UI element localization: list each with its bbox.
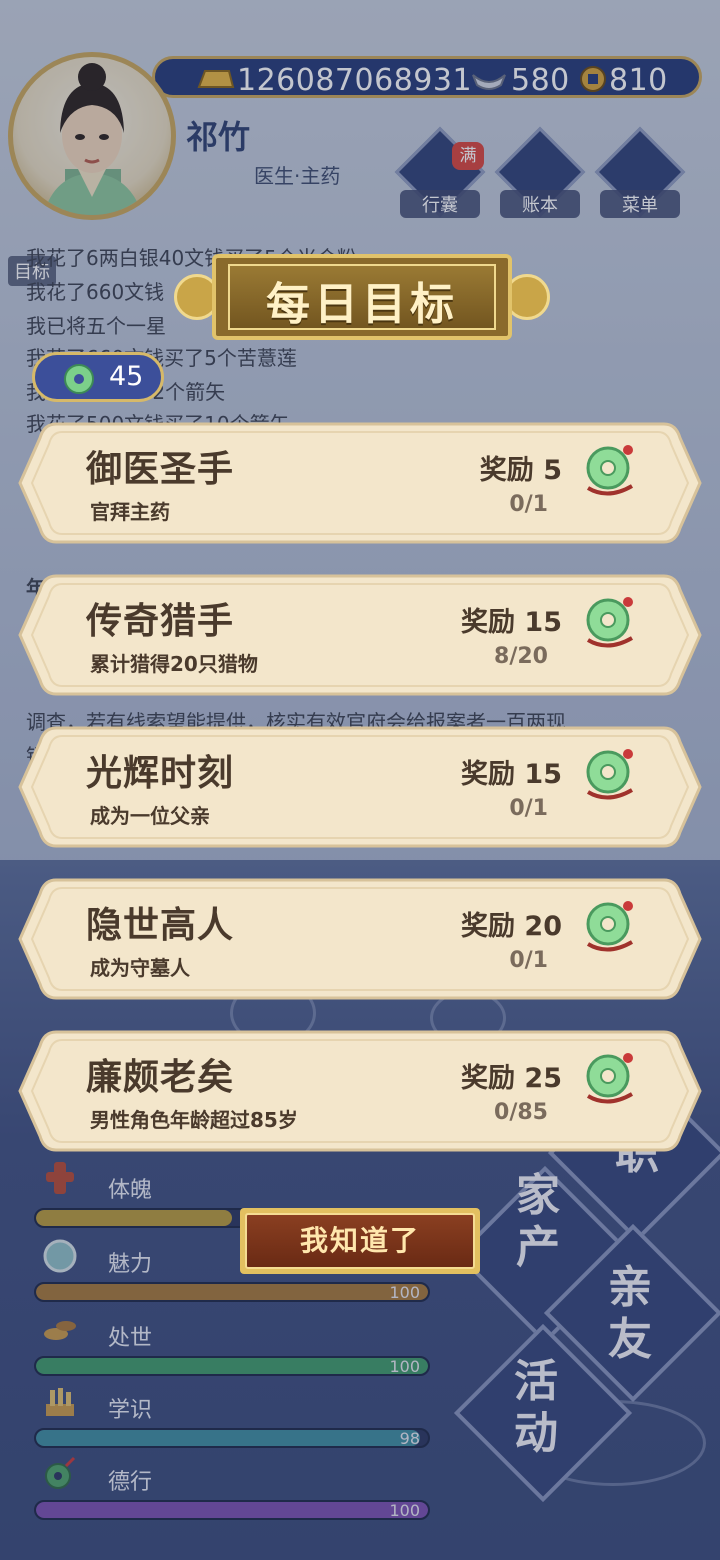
modal-title-plaque: 每日目标	[174, 254, 550, 340]
goal-card: 御医圣手官拜主药 奖励 5 0/1	[16, 418, 704, 548]
reward-label: 奖励	[461, 1063, 516, 1094]
jade-icon	[64, 364, 94, 394]
jade-reward-icon	[586, 445, 634, 496]
reward-amount: 15	[524, 607, 562, 638]
reward-label: 奖励	[479, 455, 534, 486]
goal-reward: 奖励 20	[461, 904, 562, 943]
reward-amount: 25	[524, 1063, 562, 1094]
goal-title: 传奇猎手	[86, 601, 235, 642]
jade-reward-icon	[586, 749, 634, 800]
goal-description: 官拜主药	[90, 500, 170, 524]
goal-title: 光辉时刻	[86, 753, 235, 794]
jade-reward-icon	[586, 1053, 634, 1104]
goal-card: 隐世高人成为守墓人 奖励 20 0/1	[16, 874, 704, 1004]
reward-label: 奖励	[461, 911, 516, 942]
goal-progress: 0/85	[494, 1100, 548, 1125]
goal-description: 成为守墓人	[90, 956, 190, 980]
goal-title: 隐世高人	[86, 905, 235, 946]
jade-counter: 45	[32, 352, 164, 402]
goal-title: 御医圣手	[86, 449, 235, 490]
goal-progress: 0/1	[509, 492, 548, 517]
jade-reward-icon	[586, 901, 634, 952]
reward-amount: 20	[524, 911, 562, 942]
goal-title: 廉颇老矣	[86, 1057, 235, 1098]
goal-card: 廉颇老矣男性角色年龄超过85岁 奖励 25 0/85	[16, 1026, 704, 1156]
confirm-button-label[interactable]: 我知道了	[245, 1213, 475, 1269]
jade-count: 45	[109, 361, 144, 392]
confirm-button[interactable]: 我知道了	[240, 1208, 480, 1274]
goal-description: 累计猎得20只猎物	[90, 652, 258, 676]
goal-reward: 奖励 25	[461, 1056, 562, 1095]
goal-reward: 奖励 15	[461, 752, 562, 791]
jade-reward-icon	[586, 597, 634, 648]
goal-description: 男性角色年龄超过85岁	[90, 1108, 298, 1132]
goal-progress: 8/20	[494, 644, 548, 669]
reward-amount: 5	[543, 455, 562, 486]
reward-label: 奖励	[461, 607, 516, 638]
goal-description: 成为一位父亲	[90, 804, 210, 828]
goal-progress: 0/1	[509, 948, 548, 973]
goal-card: 光辉时刻成为一位父亲 奖励 15 0/1	[16, 722, 704, 852]
modal-title: 每日目标	[266, 279, 458, 330]
goal-card: 传奇猎手累计猎得20只猎物 奖励 15 8/20	[16, 570, 704, 700]
reward-label: 奖励	[461, 759, 516, 790]
goal-reward: 奖励 5	[480, 448, 562, 487]
goal-reward: 奖励 15	[461, 600, 562, 639]
goal-progress: 0/1	[509, 796, 548, 821]
reward-amount: 15	[524, 759, 562, 790]
